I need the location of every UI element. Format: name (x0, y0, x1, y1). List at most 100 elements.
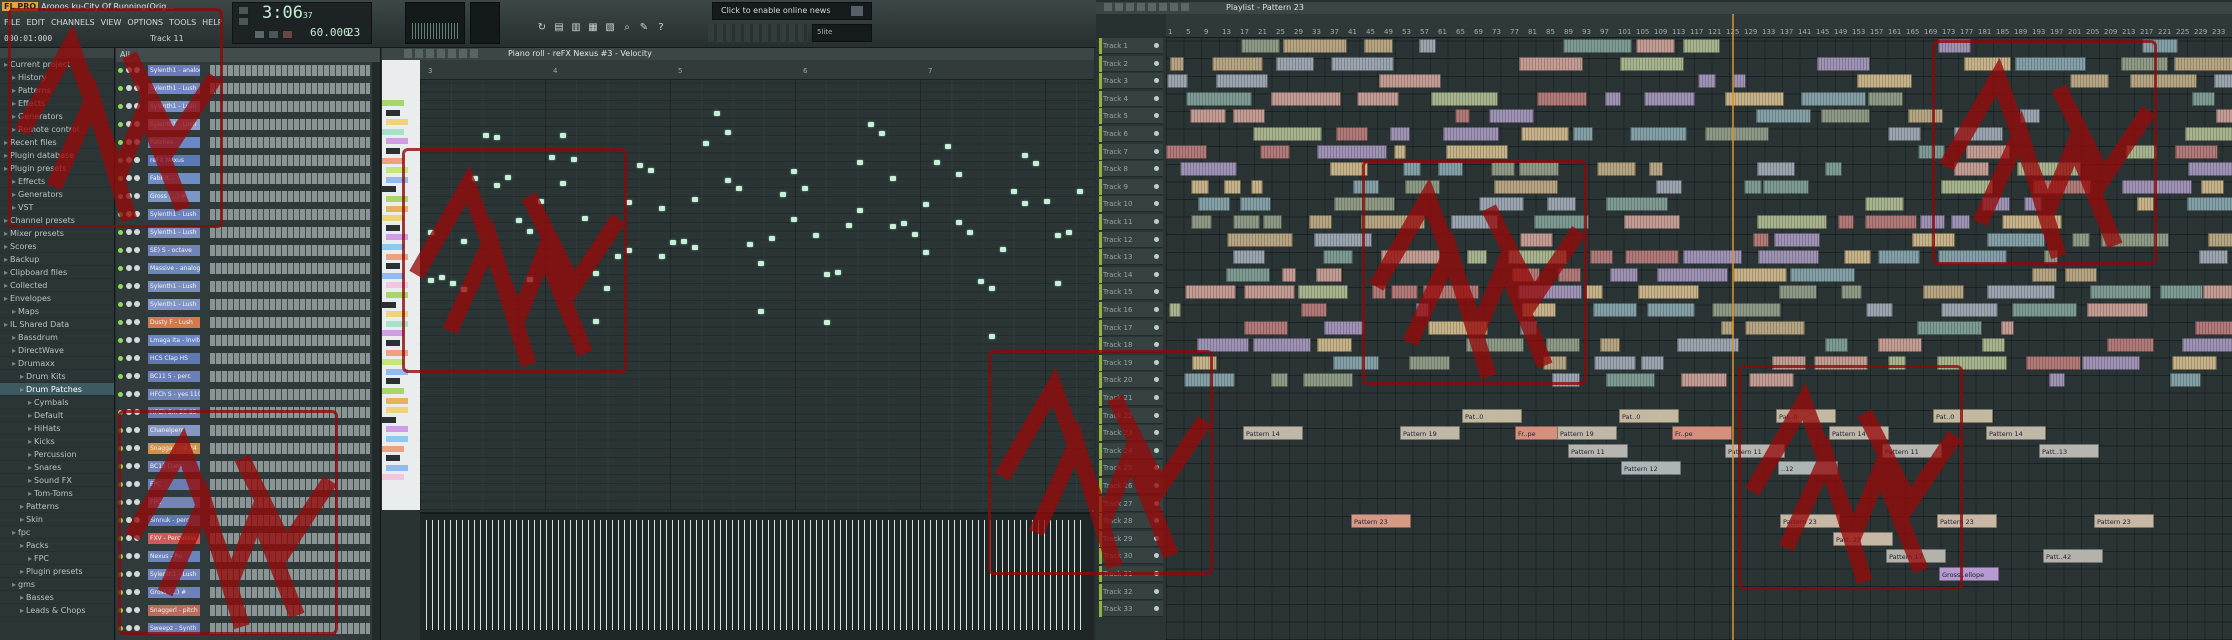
note[interactable] (857, 208, 863, 213)
channel-volume-knob[interactable] (134, 265, 140, 271)
track-mute-button[interactable] (1154, 271, 1159, 277)
velocity-bars[interactable] (426, 520, 1086, 630)
channel-name-button[interactable]: Dusty F - Lush (148, 317, 200, 328)
audio-clip[interactable] (1331, 56, 1394, 71)
audio-clip[interactable] (1302, 373, 1353, 388)
browser-item[interactable]: ▸ Basses (0, 591, 114, 604)
audio-clip[interactable] (1705, 127, 1770, 141)
note[interactable] (813, 233, 819, 238)
audio-clip[interactable] (1732, 267, 1788, 282)
audio-clip[interactable] (1733, 74, 1746, 89)
audio-clip[interactable] (1185, 91, 1253, 106)
piano-roll-icon[interactable]: ▦ (587, 22, 599, 34)
channel-name-button[interactable]: BC11 5 - perc (148, 371, 200, 382)
zoom-icon[interactable] (1181, 3, 1189, 11)
browser-item[interactable]: ▸ Skin (0, 513, 114, 526)
track-header[interactable]: Track 7 (1099, 143, 1163, 160)
audio-clip[interactable] (1270, 91, 1341, 106)
step-sequencer[interactable] (210, 353, 370, 364)
track-mute-button[interactable] (1154, 254, 1159, 260)
note[interactable] (1000, 247, 1006, 252)
track-header[interactable]: Track 12 (1099, 231, 1163, 248)
audio-clip[interactable] (1756, 162, 1795, 177)
audio-clip[interactable] (2173, 56, 2232, 71)
channel-rack-scrollbar[interactable] (372, 62, 380, 640)
piano-key-highlight[interactable] (382, 474, 404, 481)
note[interactable] (1033, 161, 1039, 166)
note[interactable] (780, 192, 786, 197)
track-mute-button[interactable] (1154, 166, 1159, 172)
audio-clip[interactable] (1363, 39, 1393, 53)
playlist-ruler[interactable]: 1 5 9 13 17 21 25 29 33 37 41 45 49 53 57 61 65 69 73 77 81 8… (1166, 14, 2232, 38)
audio-clip[interactable] (1757, 250, 1820, 265)
mixer-icon[interactable]: ▤ (553, 22, 565, 34)
pattern-clip[interactable]: Pat..0 (1619, 408, 1679, 423)
audio-clip[interactable] (1640, 355, 1664, 370)
step-sequencer[interactable] (210, 155, 370, 166)
note[interactable] (945, 144, 951, 149)
note[interactable] (1055, 233, 1061, 238)
step-sequencer[interactable] (210, 317, 370, 328)
audio-clip[interactable] (1838, 215, 1854, 229)
audio-clip[interactable] (1445, 144, 1509, 159)
audio-clip[interactable] (1233, 215, 1261, 229)
browser-item[interactable]: ▸ Clipboard files (0, 266, 114, 279)
track-mute-button[interactable] (1154, 219, 1159, 224)
browser-item[interactable]: ▸ fpc (0, 526, 114, 539)
audio-clip[interactable] (1916, 320, 1983, 335)
piano-key-highlight[interactable] (386, 397, 408, 404)
note[interactable] (703, 141, 709, 146)
channel-row[interactable]: SE) S - octave (116, 244, 381, 257)
channel-led[interactable] (118, 266, 123, 271)
step-sequencer[interactable] (210, 173, 370, 184)
audio-clip[interactable] (1317, 144, 1387, 159)
browser-item[interactable]: ▸ Backup (0, 253, 114, 266)
audio-clip[interactable] (1982, 338, 2006, 353)
step-sequencer[interactable] (210, 371, 370, 382)
audio-clip[interactable] (1866, 303, 1893, 317)
track-header[interactable]: Track 14 (1099, 266, 1163, 283)
note[interactable] (725, 178, 731, 183)
audio-clip[interactable] (1697, 74, 1717, 89)
audio-clip[interactable] (1779, 285, 1817, 300)
track-header[interactable]: Track 17 (1099, 319, 1163, 336)
audio-clip[interactable] (1878, 250, 1920, 265)
piano-key-highlight[interactable] (386, 224, 400, 231)
plugin-icon[interactable]: ✎ (638, 22, 650, 34)
audio-clip[interactable] (1572, 127, 1594, 141)
audio-clip[interactable] (1789, 267, 1855, 282)
step-sequencer[interactable] (210, 263, 370, 274)
note[interactable] (736, 186, 742, 191)
audio-clip[interactable] (1520, 127, 1570, 141)
track-mute-button[interactable] (1154, 307, 1159, 312)
channel-row[interactable]: HCS Clap HS (116, 352, 381, 365)
audio-clip[interactable] (2026, 355, 2082, 370)
channel-led[interactable] (118, 302, 123, 307)
note[interactable] (483, 133, 489, 138)
audio-clip[interactable] (1308, 215, 1333, 229)
note[interactable] (692, 197, 698, 202)
track-header[interactable]: Track 16 (1099, 302, 1163, 318)
audio-clip[interactable] (1657, 267, 1729, 282)
audio-clip[interactable] (1275, 56, 1314, 71)
audio-clip[interactable] (2175, 144, 2219, 159)
track-mute-button[interactable] (1154, 43, 1159, 48)
pattern-clip[interactable]: Pattern 19 (1557, 426, 1617, 441)
zoom-icon[interactable] (470, 49, 478, 58)
note[interactable] (835, 270, 841, 275)
step-sequencer[interactable] (210, 335, 370, 346)
browser-item[interactable]: ▸ Percussion (0, 448, 114, 461)
step-sequencer[interactable] (210, 299, 370, 310)
channel-volume-knob[interactable] (134, 355, 140, 361)
channel-volume-knob[interactable] (134, 391, 140, 397)
note[interactable] (692, 245, 698, 250)
channel-pan-knob[interactable] (126, 391, 132, 397)
snap-tools[interactable] (708, 24, 808, 42)
note[interactable] (670, 240, 676, 245)
browser-item[interactable]: ▸ Packs (0, 539, 114, 552)
audio-clip[interactable] (1216, 74, 1268, 89)
audio-clip[interactable] (1624, 215, 1680, 229)
audio-clip[interactable] (1281, 267, 1297, 282)
note[interactable] (1022, 201, 1028, 206)
audio-clip[interactable] (1316, 338, 1352, 353)
